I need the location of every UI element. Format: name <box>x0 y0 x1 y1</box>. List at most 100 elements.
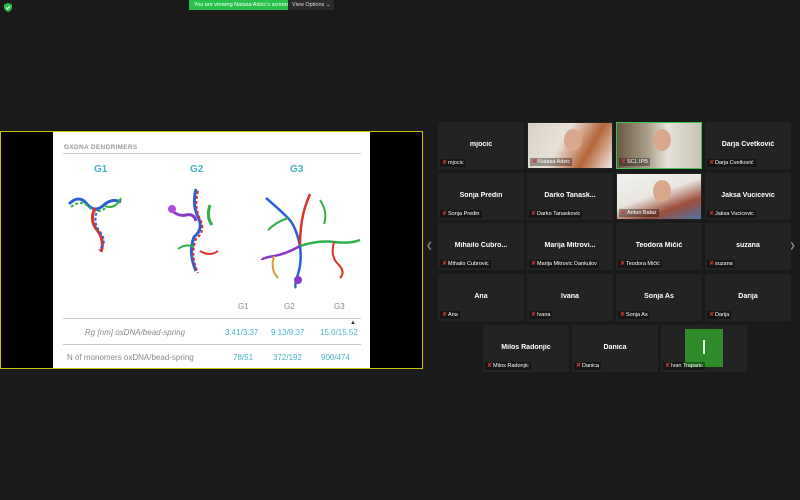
participant-tile[interactable]: Sonja Predin ✘ Sonja Predin <box>438 173 524 220</box>
participant-name: Teodora Mičić <box>635 242 683 249</box>
participant-label: ✘ Jaksa Vucicevic <box>707 210 756 218</box>
slide-divider <box>63 153 361 154</box>
participant-label-text: Ivan Traparic <box>671 363 703 369</box>
muted-mic-icon: ✘ <box>531 312 537 318</box>
participant-label: ✘ Milos Radonjic <box>485 362 531 370</box>
participant-label-text: Jaksa Vucicevic <box>715 211 754 217</box>
participant-label: ✘ Darja Cvetković <box>707 159 756 167</box>
participant-label: ✘ Darija <box>707 311 732 319</box>
muted-mic-icon: ✘ <box>576 363 582 369</box>
muted-mic-icon: ✘ <box>620 312 626 318</box>
table-divider-top <box>63 318 361 319</box>
participant-tile[interactable]: Marija Mitrovi... ✘ Marija Mitrovic Dankul… <box>527 223 613 270</box>
participant-tile[interactable]: I ✘ Ivan Traparic <box>661 325 747 372</box>
participant-tile[interactable]: mjocic ✘ mjocic <box>438 122 524 169</box>
muted-mic-icon: ✘ <box>709 312 715 318</box>
participant-label-text: Darja Cvetković <box>715 160 754 166</box>
participant-tile[interactable]: Danica ✘ Danica <box>572 325 658 372</box>
table-row-label-text: Rg [nm] oxDNA/bead-spring <box>85 328 186 337</box>
participant-tile[interactable]: Mihailo Cubro... ✘ Mihailo Cubrovic <box>438 223 524 270</box>
muted-mic-icon: ✘ <box>621 210 627 216</box>
table-divider-middle <box>63 344 361 345</box>
muted-mic-icon: ✘ <box>621 159 627 165</box>
participant-label: ✘ Marija Mitrovic Dankulov <box>529 260 599 268</box>
view-options-button[interactable]: View Options ⌄ <box>288 0 335 10</box>
participant-label: ✘ Darko Tanaskovic <box>529 210 583 218</box>
participant-tile[interactable]: ✘ Antun Balaz <box>616 173 702 220</box>
participant-tile[interactable]: Darja Cvetković ✘ Darja Cvetković <box>705 122 791 169</box>
participant-label-text: suzana <box>715 261 733 267</box>
participant-label: ✘ Ivan Traparic <box>663 362 705 370</box>
security-shield-icon[interactable] <box>4 3 12 12</box>
participant-name: suzana <box>736 242 760 249</box>
participant-label-text: Milos Radonjic <box>493 363 529 369</box>
participant-tile[interactable]: Jaksa Vucicevic ✘ Jaksa Vucicevic <box>705 173 791 220</box>
participant-tile[interactable]: Teodora Mičić ✘ Teodora Mičić <box>616 223 702 270</box>
table-header-g1: G1 <box>238 302 249 311</box>
table-cell: 9.13/9.37 <box>271 328 305 337</box>
participant-name: Jaksa Vucicevic <box>721 192 775 199</box>
muted-mic-icon: ✘ <box>442 261 448 267</box>
muted-mic-icon: ✘ <box>487 363 493 369</box>
participant-tile[interactable]: Ivana ✘ Ivana <box>527 274 613 321</box>
participant-label-text: Ana <box>448 312 458 318</box>
participant-tile[interactable]: Sonja As ✘ Sonja As <box>616 274 702 321</box>
participant-label: ✘ suzana <box>707 260 735 268</box>
participant-tile[interactable]: Darija ✘ Darija <box>705 274 791 321</box>
table-cell: 900/474 <box>321 353 350 362</box>
participant-tile[interactable]: suzana ✘ suzana <box>705 223 791 270</box>
presentation-slide: OXDNA DENDRIMERS G1 G2 G3 G1 G2 G3 Rg [n… <box>53 132 370 368</box>
participant-name: Darija <box>738 293 758 300</box>
participant-label-text: SCL IPB <box>627 159 648 165</box>
participant-name: Ana <box>474 293 488 300</box>
participant-face <box>653 129 671 151</box>
participant-label: ✘ mjocic <box>440 159 466 167</box>
muted-mic-icon: ✘ <box>620 261 626 267</box>
participant-name: Mihailo Cubro... <box>454 242 508 249</box>
table-cell: 372/192 <box>273 353 302 362</box>
g3-dendrimer-image <box>260 193 361 289</box>
participant-tile[interactable]: ✘ SCL IPB <box>616 122 702 169</box>
participant-tile[interactable]: ✘ Natasa Adzic <box>527 122 613 169</box>
participant-label: ✘ SCL IPB <box>619 158 650 166</box>
participant-tile[interactable]: Milos Radonjic ✘ Milos Radonjic <box>483 325 569 372</box>
participant-name: Sonja Predin <box>459 192 503 199</box>
gallery-prev-page-icon[interactable]: ❮ <box>426 241 433 250</box>
participant-label-text: Natasa Adzic <box>538 159 571 165</box>
participant-name: mjocic <box>469 141 493 148</box>
participant-name: Darko Tanask... <box>544 192 596 199</box>
viewing-screen-banner: You are viewing Natasa Adzic's screen <box>189 0 294 10</box>
participant-name: Sonja As <box>644 293 674 300</box>
participant-name: Ivana <box>561 293 579 300</box>
slide-title: OXDNA DENDRIMERS <box>64 144 138 151</box>
muted-mic-icon: ✘ <box>709 160 715 166</box>
participant-label: ✘ Ana <box>440 311 460 319</box>
muted-mic-icon: ✘ <box>442 312 448 318</box>
participant-tile[interactable]: Ana ✘ Ana <box>438 274 524 321</box>
muted-mic-icon: ✘ <box>665 363 671 369</box>
participant-label-text: Darko Tanaskovic <box>537 211 581 217</box>
generation-label-g1: G1 <box>94 164 108 175</box>
table-header-g2: G2 <box>284 302 295 311</box>
generation-label-g3: G3 <box>290 164 304 175</box>
participant-label-text: mjocic <box>448 160 464 166</box>
muted-mic-icon: ✘ <box>531 261 537 267</box>
participant-face <box>564 129 582 151</box>
participant-label-text: Marija Mitrovic Dankulov <box>537 261 597 267</box>
participant-tile[interactable]: Darko Tanask... ✘ Darko Tanaskovic <box>527 173 613 220</box>
participant-label-text: Ivana <box>537 312 551 318</box>
participant-label: ✘ Teodora Mičić <box>618 260 662 268</box>
participant-label: ✘ Danica <box>574 362 602 370</box>
table-cell: 15.0/15.52 <box>320 328 358 337</box>
participant-label-text: Danica <box>582 363 600 369</box>
generation-label-g2: G2 <box>190 164 204 175</box>
muted-mic-icon: ✘ <box>532 159 538 165</box>
participant-face <box>653 180 671 202</box>
g1-dendrimer-image <box>67 197 122 253</box>
table-header-g3: G3 <box>334 302 345 311</box>
participant-name: Milos Radonjic <box>501 344 551 351</box>
muted-mic-icon: ✘ <box>709 261 715 267</box>
participant-label: ✘ Sonja Predin <box>440 210 482 218</box>
participant-name: Danica <box>603 344 627 351</box>
participant-label-text: Sonja As <box>626 312 648 318</box>
